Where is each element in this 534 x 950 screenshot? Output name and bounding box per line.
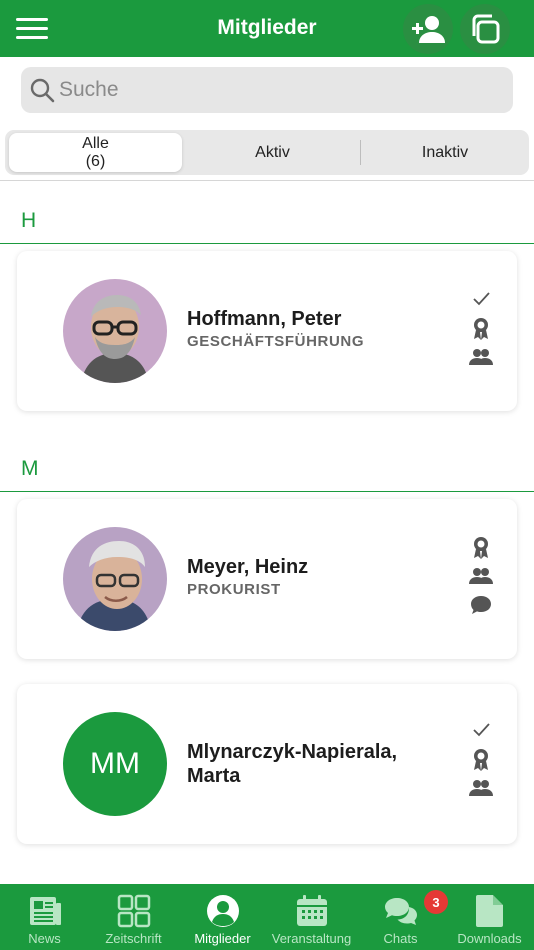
calendar-icon xyxy=(296,895,327,926)
divider xyxy=(0,180,534,181)
tab-alle[interactable]: Alle (6) xyxy=(9,133,182,172)
nav-item-veranstaltung[interactable]: Veranstaltung xyxy=(267,884,356,950)
group-icon xyxy=(469,776,493,805)
nav-label: Downloads xyxy=(457,931,522,946)
nav-item-mitglieder[interactable]: Mitglieder xyxy=(178,884,267,950)
nav-label: Chats xyxy=(383,931,418,946)
tab-alle-label: Alle xyxy=(82,134,109,152)
tab-inaktiv[interactable]: Inaktiv xyxy=(361,130,529,175)
group-icon xyxy=(469,345,493,374)
member-role: PROKURIST xyxy=(187,581,281,598)
search-bar[interactable] xyxy=(21,67,513,113)
nav-item-downloads[interactable]: Downloads xyxy=(445,884,534,950)
group-icon xyxy=(469,564,493,593)
newspaper-icon xyxy=(29,897,61,925)
page-title: Mitglieder xyxy=(217,16,317,39)
avatar xyxy=(63,279,167,383)
member-card[interactable]: MM Mlynarczyk-Napierala, Marta xyxy=(17,684,517,844)
bottom-navigation: News Zeitschrift Mitglieder Veranstaltun… xyxy=(0,884,534,950)
member-name-line2: Marta xyxy=(187,765,241,787)
award-icon xyxy=(469,316,493,345)
member-status-icons xyxy=(469,718,493,805)
avatar-initials: MM xyxy=(63,712,167,816)
top-app-bar: Mitglieder xyxy=(0,0,534,57)
copy-icon xyxy=(472,14,500,44)
nav-label: Mitglieder xyxy=(194,931,251,946)
chat-bubbles-icon xyxy=(384,898,417,925)
copy-button[interactable] xyxy=(460,4,510,54)
document-icon xyxy=(475,895,503,927)
member-card[interactable]: Meyer, Heinz PROKURIST xyxy=(17,499,517,659)
member-name: Meyer, Heinz xyxy=(187,556,309,578)
member-status-icons xyxy=(469,287,493,374)
check-icon xyxy=(469,718,493,747)
section-header-h: H xyxy=(21,209,37,232)
grid-icon xyxy=(117,894,150,928)
search-icon xyxy=(30,78,55,103)
chat-icon xyxy=(469,593,493,622)
add-member-button[interactable] xyxy=(403,4,453,54)
nav-item-news[interactable]: News xyxy=(0,884,89,950)
member-status-icons xyxy=(469,535,493,622)
nav-item-zeitschrift[interactable]: Zeitschrift xyxy=(89,884,178,950)
chats-unread-badge: 3 xyxy=(424,890,448,914)
tab-alle-count: (6) xyxy=(85,152,106,170)
member-role: GESCHÄFTSFÜHRUNG xyxy=(187,333,365,350)
person-circle-icon xyxy=(206,895,239,927)
award-icon xyxy=(469,747,493,776)
section-header-m: M xyxy=(21,457,39,480)
member-filter-tabs: Alle (6) Aktiv Inaktiv xyxy=(5,130,529,175)
section-divider xyxy=(0,491,534,492)
award-icon xyxy=(469,535,493,564)
member-name-line1: Mlynarczyk-Napierala, xyxy=(187,741,398,763)
tab-aktiv[interactable]: Aktiv xyxy=(185,130,360,175)
section-divider xyxy=(0,243,534,244)
nav-label: Veranstaltung xyxy=(271,931,352,946)
search-input[interactable] xyxy=(59,78,479,102)
avatar xyxy=(63,527,167,631)
member-name: Hoffmann, Peter xyxy=(187,308,342,330)
nav-label: News xyxy=(28,931,61,946)
member-card[interactable]: Hoffmann, Peter GESCHÄFTSFÜHRUNG xyxy=(17,251,517,411)
add-person-icon xyxy=(412,16,445,43)
check-icon xyxy=(469,287,493,316)
nav-label: Zeitschrift xyxy=(105,931,162,946)
member-name: Mlynarczyk-Napierala, Marta xyxy=(187,740,397,788)
